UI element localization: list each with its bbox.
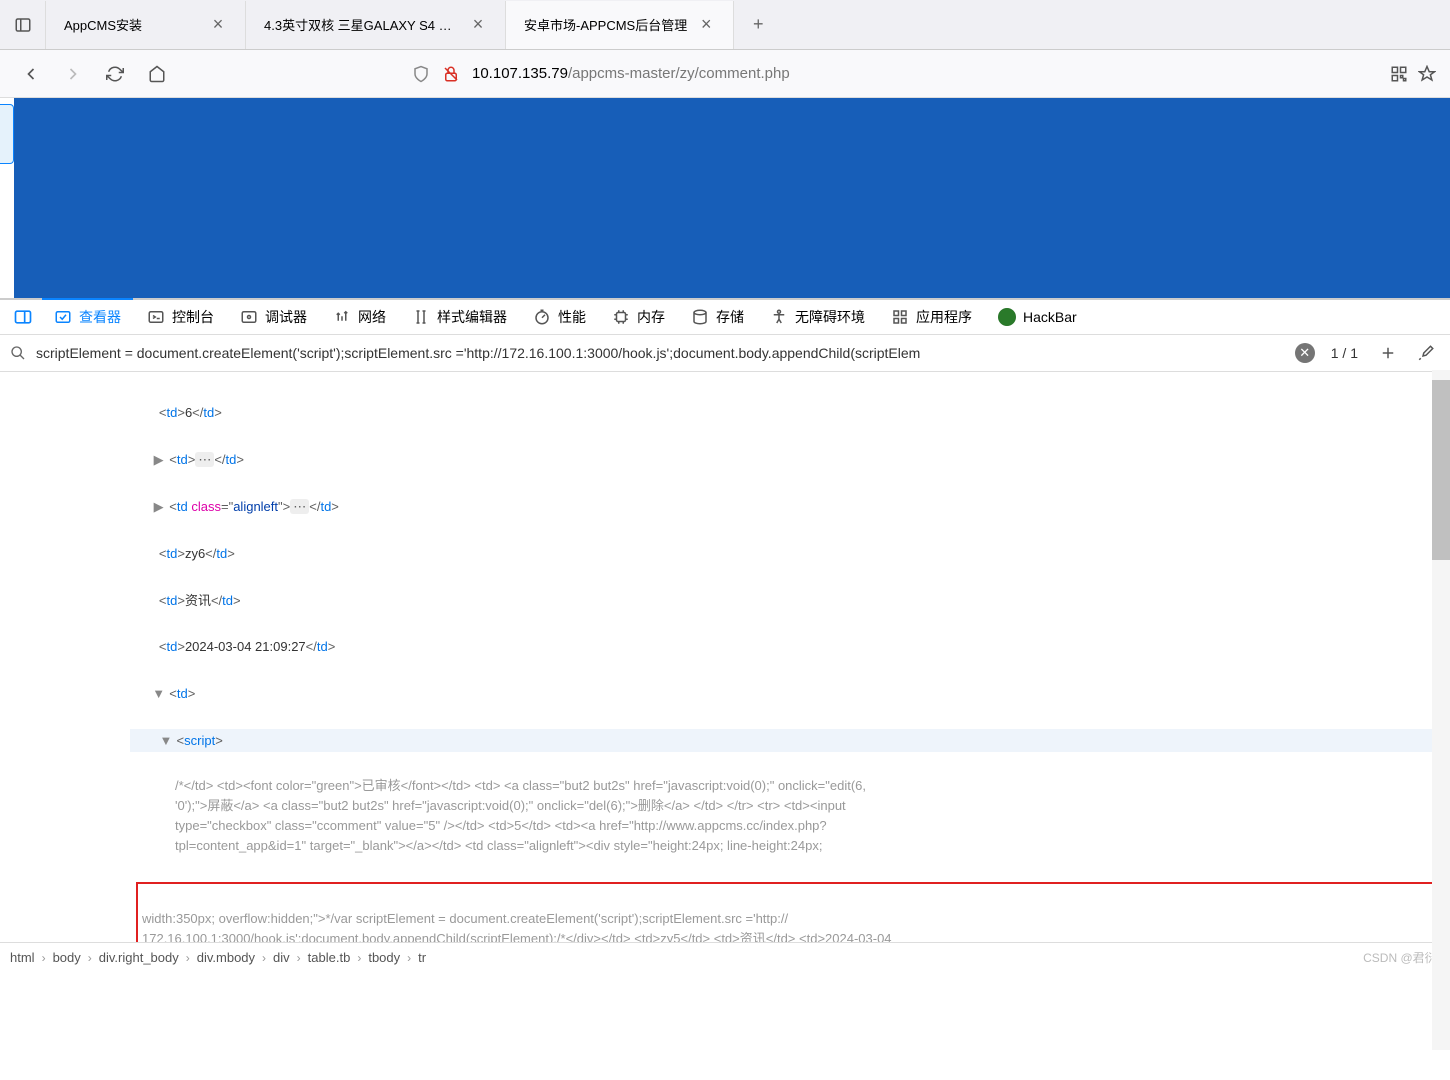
inspector-gutter (0, 372, 130, 942)
crumb[interactable]: tbody (368, 950, 400, 965)
browser-tab-0[interactable]: AppCMS安装 × (46, 1, 246, 49)
close-icon[interactable]: × (697, 16, 715, 34)
crumb[interactable]: html (10, 950, 35, 965)
tab-console[interactable]: 控制台 (135, 299, 226, 335)
search-input[interactable] (36, 345, 1285, 361)
script-comment-line: '0');">屏蔽</a> <a class="but2 but2s" href… (175, 798, 846, 813)
hackbar-icon (998, 308, 1016, 326)
script-comment-line: type="checkbox" class="ccomment" value="… (175, 818, 827, 833)
devtools-tabbar: 查看器 控制台 调试器 网络 样式编辑器 性能 内存 存储 无障碍环境 应用程序… (0, 298, 1450, 334)
tab-style-editor[interactable]: 样式编辑器 (400, 299, 519, 335)
tab-memory[interactable]: 内存 (600, 299, 677, 335)
tab-hackbar[interactable]: HackBar (986, 299, 1089, 335)
browser-toolbar: 10.107.135.79/appcms-master/zy/comment.p… (0, 50, 1450, 98)
tab-application[interactable]: 应用程序 (879, 299, 984, 335)
devtools-dock-button[interactable] (6, 300, 40, 334)
tab-storage[interactable]: 存储 (679, 299, 756, 335)
page-viewport (0, 98, 1450, 298)
tab-inspector[interactable]: 查看器 (42, 298, 133, 334)
highlighted-match-box: width:350px; overflow:hidden;">*/var scr… (136, 882, 1444, 942)
crumb[interactable]: div.mbody (197, 950, 255, 965)
breadcrumb: html› body› div.right_body› div.mbody› d… (0, 942, 1450, 972)
add-button[interactable] (1374, 339, 1402, 367)
bookmark-icon[interactable] (1418, 65, 1436, 83)
script-comment-line: tpl=content_app&id=1" target="_blank"></… (175, 838, 822, 853)
crumb[interactable]: table.tb (308, 950, 351, 965)
search-icon (10, 345, 26, 361)
crumb[interactable]: div.right_body (99, 950, 179, 965)
script-comment-line: 172.16.100.1:3000/hook.js';document.body… (142, 931, 892, 942)
tab-accessibility[interactable]: 无障碍环境 (758, 299, 877, 335)
reload-button[interactable] (98, 57, 132, 91)
tab-title: 4.3英寸双核 三星GALAXY S4 mini... (264, 15, 459, 34)
url-bar[interactable]: 10.107.135.79/appcms-master/zy/comment.p… (412, 57, 1130, 91)
tab-network[interactable]: 网络 (321, 299, 398, 335)
crumb[interactable]: body (53, 950, 81, 965)
browser-titlebar: AppCMS安装 × 4.3英寸双核 三星GALAXY S4 mini... ×… (0, 0, 1450, 50)
qr-icon[interactable] (1390, 65, 1408, 83)
inspector-body: <td>6</td> ▶ <td>⋯</td> ▶ <td class="ali… (0, 372, 1450, 942)
inspector-search-bar: ✕ 1 / 1 (0, 334, 1450, 372)
eyedropper-button[interactable] (1412, 339, 1440, 367)
clear-search-button[interactable]: ✕ (1295, 343, 1315, 363)
close-icon[interactable]: × (209, 16, 227, 34)
new-tab-button[interactable]: + (734, 1, 782, 49)
vertical-scrollbar[interactable] (1432, 370, 1450, 1050)
page-blue-region (14, 98, 1450, 298)
tab-title: 安卓市场-APPCMS后台管理 (524, 15, 687, 34)
html-tree[interactable]: <td>6</td> ▶ <td>⋯</td> ▶ <td class="ali… (130, 372, 1450, 942)
home-button[interactable] (140, 57, 174, 91)
page-side-tab[interactable] (0, 104, 14, 164)
sidebar-toggle-button[interactable] (0, 1, 46, 49)
crumb[interactable]: tr (418, 950, 426, 965)
tab-title: AppCMS安装 (64, 15, 199, 34)
browser-tab-2[interactable]: 安卓市场-APPCMS后台管理 × (506, 1, 734, 49)
shield-icon[interactable] (412, 65, 430, 83)
tab-debugger[interactable]: 调试器 (228, 299, 319, 335)
back-button[interactable] (14, 57, 48, 91)
crumb[interactable]: div (273, 950, 290, 965)
script-comment-line: /*</td> <td><font color="green">已审核</fon… (175, 778, 866, 793)
url-text: 10.107.135.79/appcms-master/zy/comment.p… (472, 65, 790, 82)
tab-performance[interactable]: 性能 (521, 299, 598, 335)
watermark: CSDN @君衍. (1363, 949, 1440, 966)
browser-tab-1[interactable]: 4.3英寸双核 三星GALAXY S4 mini... × (246, 1, 506, 49)
insecure-lock-icon[interactable] (442, 65, 460, 83)
script-comment-line: width:350px; overflow:hidden;">*/var scr… (142, 911, 788, 926)
forward-button[interactable] (56, 57, 90, 91)
browser-tabs: AppCMS安装 × 4.3英寸双核 三星GALAXY S4 mini... ×… (46, 1, 782, 49)
search-count: 1 / 1 (1325, 345, 1364, 361)
close-icon[interactable]: × (469, 16, 487, 34)
